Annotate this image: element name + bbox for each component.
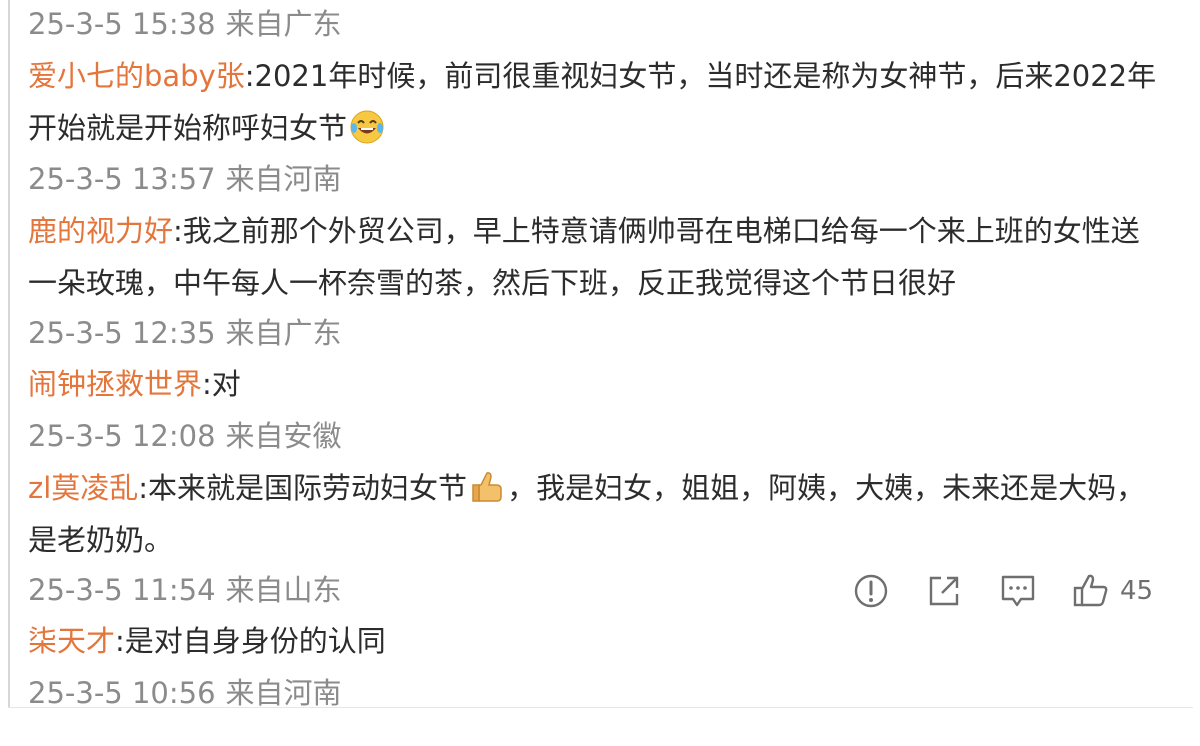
username-link[interactable]: 鹿的视力好 [28, 214, 173, 248]
comment-time: 25-3-5 12:08 [28, 419, 216, 453]
laughing-tears-emoji [350, 110, 384, 144]
share-icon[interactable] [925, 572, 963, 610]
comment-location: 来自广东 [225, 316, 342, 350]
comment-meta: 25-3-5 15:38 来自广东 [28, 4, 342, 44]
like-icon[interactable] [1072, 572, 1110, 610]
comment-body: 闹钟拯救世界:对 [28, 358, 1168, 410]
comment-location: 来自河南 [225, 676, 342, 710]
divider [8, 707, 1193, 708]
username-link[interactable]: 柒天才 [28, 624, 115, 658]
comment-location: 来自广东 [225, 7, 342, 41]
comment-time: 25-3-5 11:54 [28, 573, 216, 607]
comment-meta: 25-3-5 12:08 来自安徽 [28, 416, 342, 456]
comment-meta: 25-3-5 13:57 来自河南 [28, 159, 342, 199]
comment-icon[interactable] [999, 572, 1037, 610]
comment-meta: 25-3-5 12:35 来自广东 [28, 313, 342, 353]
comment-time: 25-3-5 15:38 [28, 7, 216, 41]
comment-time: 25-3-5 12:35 [28, 316, 216, 350]
comment-time: 25-3-5 10:56 [28, 676, 216, 710]
comment-body: 鹿的视力好:我之前那个外贸公司，早上特意请俩帅哥在电梯口给每一个来上班的女性送一… [28, 205, 1168, 309]
thumbs-up-emoji [472, 472, 502, 502]
comment-body: zl莫凌乱:本来就是国际劳动妇女节 ，我是妇女，姐姐，阿姨，大姨，未来还是大妈，… [28, 462, 1168, 566]
comment-feed: 25-3-5 15:38 来自广东 爱小七的baby张:2021年时候，前司很重视… [0, 0, 1200, 746]
like-count: 45 [1120, 576, 1154, 606]
username-link[interactable]: zl莫凌乱 [28, 471, 138, 505]
comment-location: 来自河南 [225, 162, 342, 196]
comment-location: 来自山东 [225, 573, 342, 607]
comment-text: :对 [202, 367, 241, 401]
comment-text: :是对自身身份的认同 [115, 624, 386, 658]
comment-text: :我之前那个外贸公司，早上特意请俩帅哥在电梯口给每一个来上班的女性送一朵玫瑰，中… [28, 214, 1140, 300]
comment-actions: 45 [850, 568, 1170, 614]
thread-line [8, 0, 10, 708]
username-link[interactable]: 闹钟拯救世界 [28, 367, 202, 401]
username-link[interactable]: 爱小七的baby张 [28, 59, 245, 93]
comment-body: 爱小七的baby张:2021年时候，前司很重视妇女节，当时还是称为女神节，后来2… [28, 50, 1168, 154]
comment-body: 柒天才:是对自身身份的认同 [28, 615, 1168, 667]
comment-time: 25-3-5 13:57 [28, 162, 216, 196]
comment-meta: 25-3-5 11:54 来自山东 [28, 570, 342, 610]
report-icon[interactable] [852, 572, 890, 610]
comment-location: 来自安徽 [225, 419, 342, 453]
comment-text: :本来就是国际劳动妇女节 [138, 471, 468, 505]
